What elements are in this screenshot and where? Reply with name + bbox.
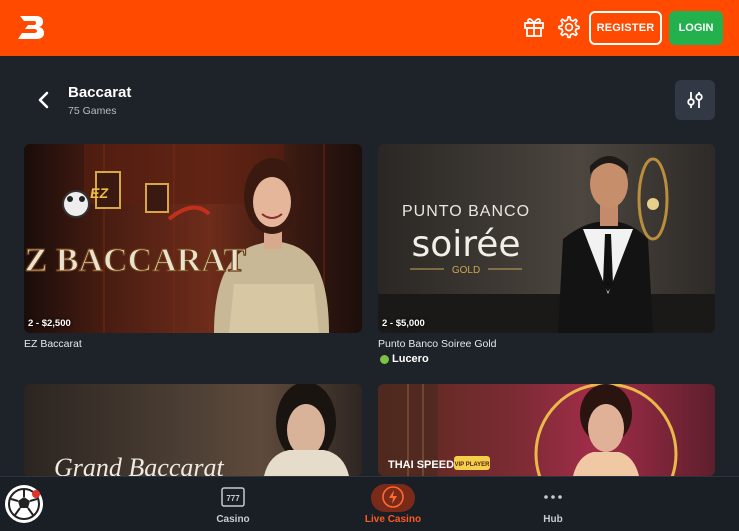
ez-baccarat-art-text: EZ BACCARAT [24, 242, 246, 279]
game-card-punto-banco-soiree-gold[interactable]: PUNTO BANCO soirée GOLD 2 - $5,000 [378, 144, 715, 333]
bet-limit: 2 - $2,500 [28, 318, 71, 329]
top-bar: REGISTER LOGIN [0, 0, 739, 56]
filter-sliders-icon [687, 92, 703, 108]
gift-icon[interactable] [523, 16, 545, 38]
svg-text:EZ: EZ [89, 185, 110, 201]
provider-status-dot [380, 355, 389, 364]
bet-limit: 2 - $5,000 [382, 318, 425, 329]
soccer-ball-icon [8, 488, 40, 520]
slot-777-icon: 777 [221, 487, 245, 507]
nav-live-casino[interactable]: Live Casino [353, 477, 433, 531]
game-name[interactable]: Punto Banco Soiree Gold [378, 338, 497, 350]
back-arrow-icon[interactable] [34, 89, 54, 111]
soiree-art-text: soirée [411, 224, 520, 265]
punto-banco-thumbnail: PUNTO BANCO soirée GOLD [378, 156, 715, 333]
nav-hub-label: Hub [543, 514, 563, 525]
game-card-ez-baccarat[interactable]: EZ EZ BACCARAT 2 - $2,500 [24, 144, 362, 333]
filter-button[interactable] [675, 80, 715, 120]
nav-casino-label: Casino [216, 514, 250, 525]
nav-live-casino-label: Live Casino [364, 514, 422, 525]
svg-text:777: 777 [226, 494, 240, 503]
brand-logo-icon[interactable] [16, 12, 46, 42]
game-card-grand-baccarat[interactable]: Grand Baccarat [24, 384, 362, 476]
nav-casino[interactable]: 777 Casino [193, 477, 273, 531]
lightning-icon [382, 486, 404, 508]
provider-name: Lucero [392, 353, 429, 365]
login-button[interactable]: LOGIN [669, 11, 723, 45]
thai-speed-art-text: THAI SPEED [388, 459, 454, 471]
register-button[interactable]: REGISTER [589, 11, 662, 45]
game-name[interactable]: EZ Baccarat [24, 338, 82, 350]
punto-banco-art-top: PUNTO BANCO [402, 203, 530, 220]
gold-art-text: GOLD [452, 265, 480, 276]
sports-button[interactable] [5, 485, 43, 523]
game-count: 75 Games [68, 105, 117, 117]
grand-baccarat-art-text: Grand Baccarat [54, 453, 224, 476]
thai-speed-thumbnail: THAI SPEED VIP PLAYER [378, 384, 678, 476]
settings-gear-icon[interactable] [556, 15, 580, 39]
game-card-thai-speed-baccarat[interactable]: THAI SPEED VIP PLAYER [378, 384, 715, 476]
more-dots-icon [544, 495, 562, 499]
bottom-navigation: 777 Casino Live Casino Hub [0, 476, 739, 531]
ez-baccarat-thumbnail: EZ EZ BACCARAT [24, 144, 329, 333]
grand-baccarat-thumbnail: Grand Baccarat [54, 384, 349, 476]
vip-player-badge-text: VIP PLAYER [454, 462, 490, 468]
nav-hub[interactable]: Hub [513, 477, 593, 531]
page-title: Baccarat [68, 84, 132, 101]
